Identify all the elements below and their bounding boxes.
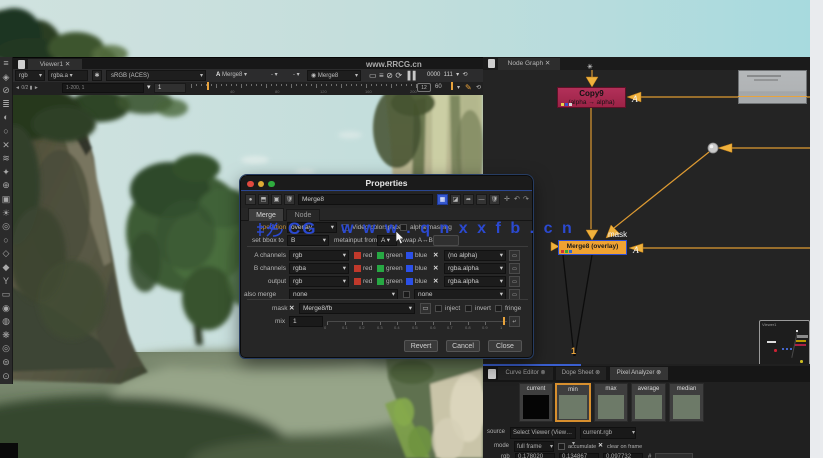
svg-text:1: 1 — [571, 346, 576, 356]
svg-text:A: A — [631, 95, 638, 105]
svg-text:mask: mask — [608, 230, 628, 239]
svg-text:✳: ✳ — [587, 63, 593, 71]
svg-text:A: A — [632, 246, 639, 256]
